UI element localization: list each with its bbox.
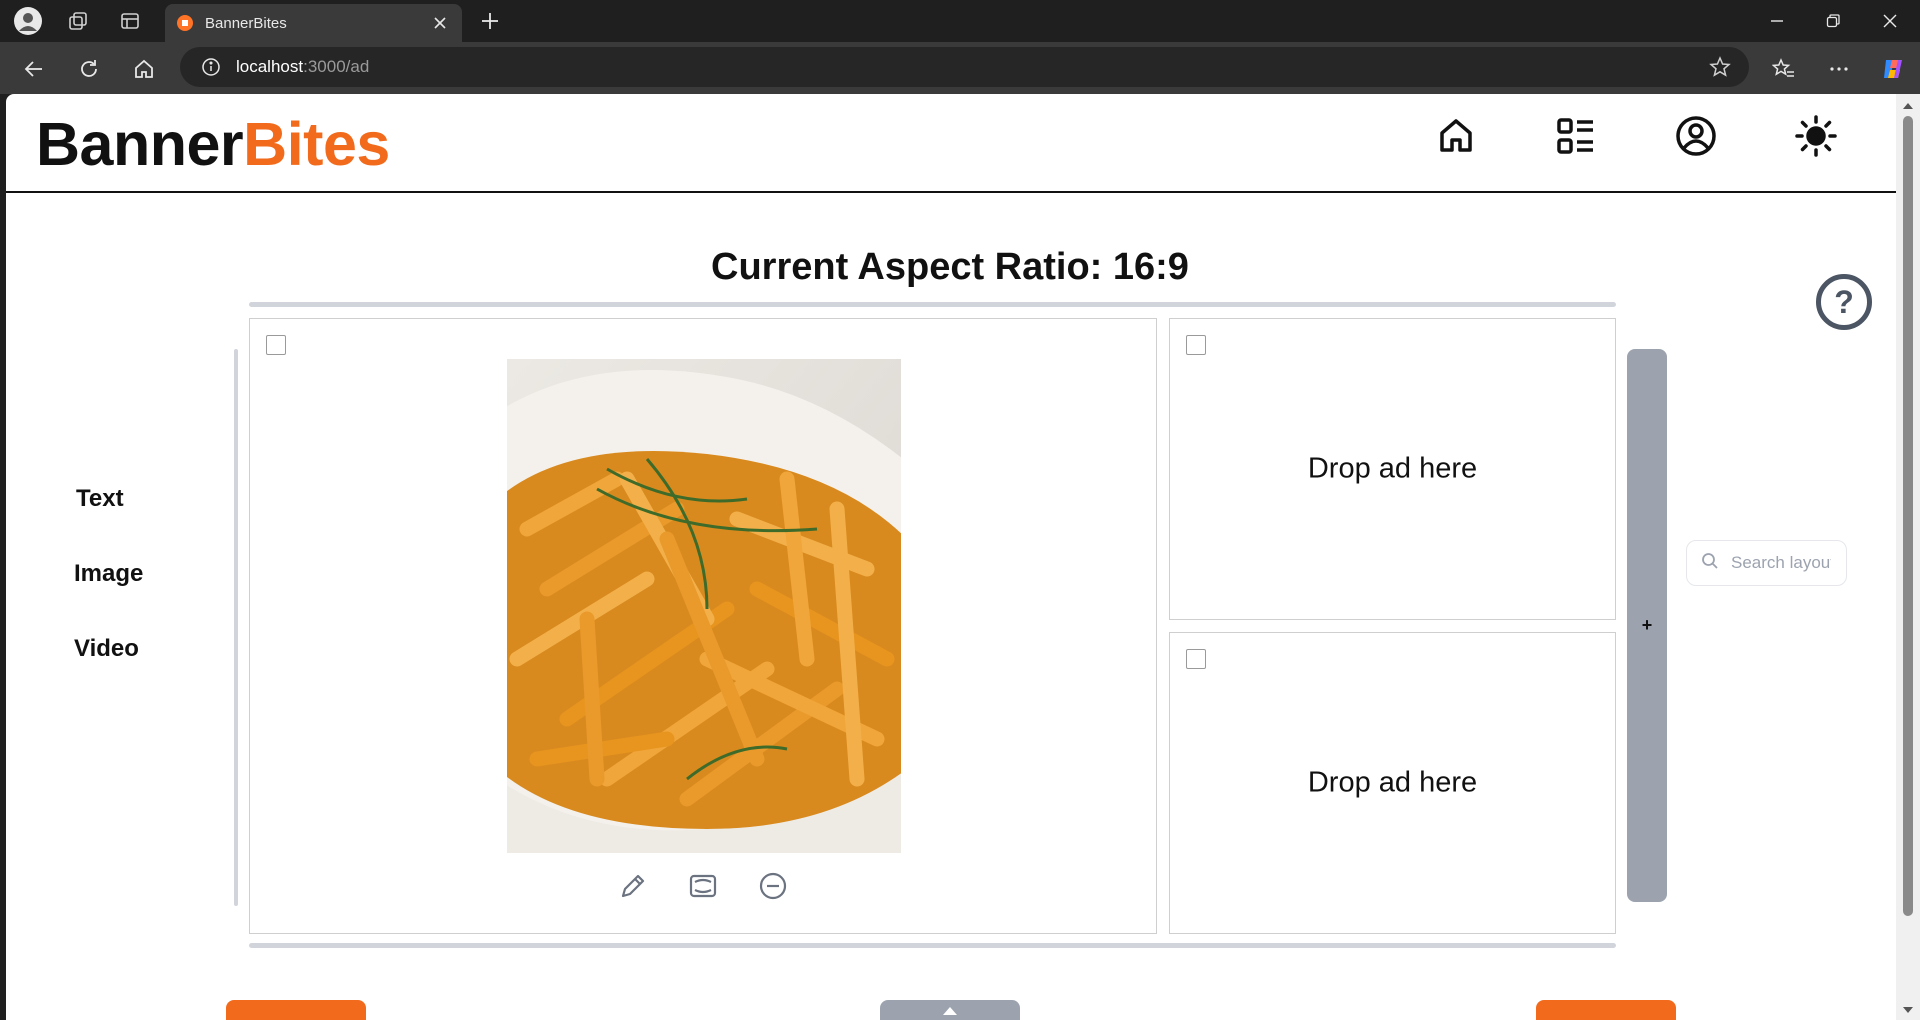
new-tab-icon[interactable] [474, 6, 506, 36]
restore-icon[interactable] [1805, 0, 1861, 42]
bottom-divider [249, 943, 1616, 948]
user-icon[interactable] [1674, 114, 1718, 158]
home-icon[interactable] [1434, 114, 1478, 158]
ad-slot-drop-2[interactable]: Drop ad here [1169, 632, 1616, 934]
drop-placeholder: Drop ad here [1307, 452, 1478, 485]
sidebar-item-image[interactable]: Image [74, 560, 143, 588]
close-tab-icon[interactable] [430, 13, 450, 33]
fries-image [507, 359, 901, 853]
resize-fit-icon[interactable] [685, 869, 721, 903]
more-menu-icon[interactable] [1822, 52, 1856, 86]
ad-slot-drop-1[interactable]: Drop ad here [1169, 318, 1616, 620]
add-column-button[interactable]: + [1627, 349, 1667, 902]
sidebar-divider [234, 349, 238, 906]
help-button[interactable]: ? [1816, 274, 1872, 330]
web-page: BannerBites Current Aspect Ratio: 16:9 ?… [6, 94, 1896, 1020]
browser-toolbar: localhost:3000/ad [0, 42, 1920, 94]
aspect-ratio-title: Current Aspect Ratio: 16:9 [711, 246, 1189, 288]
favorite-star-icon[interactable] [1709, 56, 1731, 83]
slot-toolbar [250, 869, 1156, 903]
bottom-right-button[interactable] [1536, 1000, 1676, 1020]
edit-pencil-icon[interactable] [615, 869, 651, 903]
slot-checkbox[interactable] [1186, 649, 1206, 669]
drop-placeholder: Drop ad here [1307, 766, 1478, 799]
plus-icon: + [1641, 615, 1653, 635]
url-path: :3000/ad [303, 57, 370, 76]
home-browser-icon[interactable] [127, 52, 161, 86]
sidebar-item-text[interactable]: Text [76, 485, 124, 513]
workspaces-icon[interactable] [62, 6, 94, 36]
bottom-left-button[interactable] [226, 1000, 366, 1020]
slot-checkbox[interactable] [266, 335, 286, 355]
scroll-down-icon[interactable] [1902, 1006, 1914, 1014]
profile-icon[interactable] [12, 6, 44, 36]
browser-tab[interactable]: BannerBites [165, 4, 462, 42]
app-logo[interactable]: BannerBites [36, 109, 390, 179]
search-input[interactable] [1731, 553, 1831, 573]
url-host: localhost [236, 57, 304, 76]
tab-title: BannerBites [205, 14, 287, 32]
chevron-up-icon [943, 1007, 957, 1015]
tab-actions-icon[interactable] [114, 6, 146, 36]
scroll-up-icon[interactable] [1902, 102, 1914, 110]
theme-sun-icon[interactable] [1794, 114, 1838, 158]
page-scrollbar[interactable] [1896, 94, 1920, 1020]
address-bar[interactable]: localhost:3000/ad [180, 47, 1749, 87]
remove-circle-icon[interactable] [755, 869, 791, 903]
top-divider [249, 302, 1616, 307]
ad-slot-image[interactable] [249, 318, 1157, 934]
layout-search[interactable] [1686, 540, 1847, 586]
browser-tab-bar: BannerBites [0, 0, 1920, 42]
search-icon [1701, 552, 1719, 575]
back-icon[interactable] [17, 52, 51, 86]
site-info-icon[interactable] [200, 56, 222, 78]
bottom-center-toggle[interactable] [880, 1000, 1020, 1020]
slot-checkbox[interactable] [1186, 335, 1206, 355]
close-window-icon[interactable] [1862, 0, 1918, 42]
reload-icon[interactable] [72, 52, 106, 86]
copilot-icon[interactable] [1876, 52, 1910, 86]
help-question-icon: ? [1834, 283, 1854, 320]
layouts-icon[interactable] [1554, 114, 1598, 158]
favorites-icon[interactable] [1767, 52, 1801, 86]
favicon-icon [177, 15, 193, 31]
sidebar-item-video[interactable]: Video [74, 635, 139, 663]
scroll-thumb[interactable] [1903, 116, 1913, 916]
element-sidebar: Text Image Video [6, 349, 241, 909]
minimize-icon[interactable] [1749, 0, 1805, 42]
app-header: BannerBites [6, 94, 1896, 193]
